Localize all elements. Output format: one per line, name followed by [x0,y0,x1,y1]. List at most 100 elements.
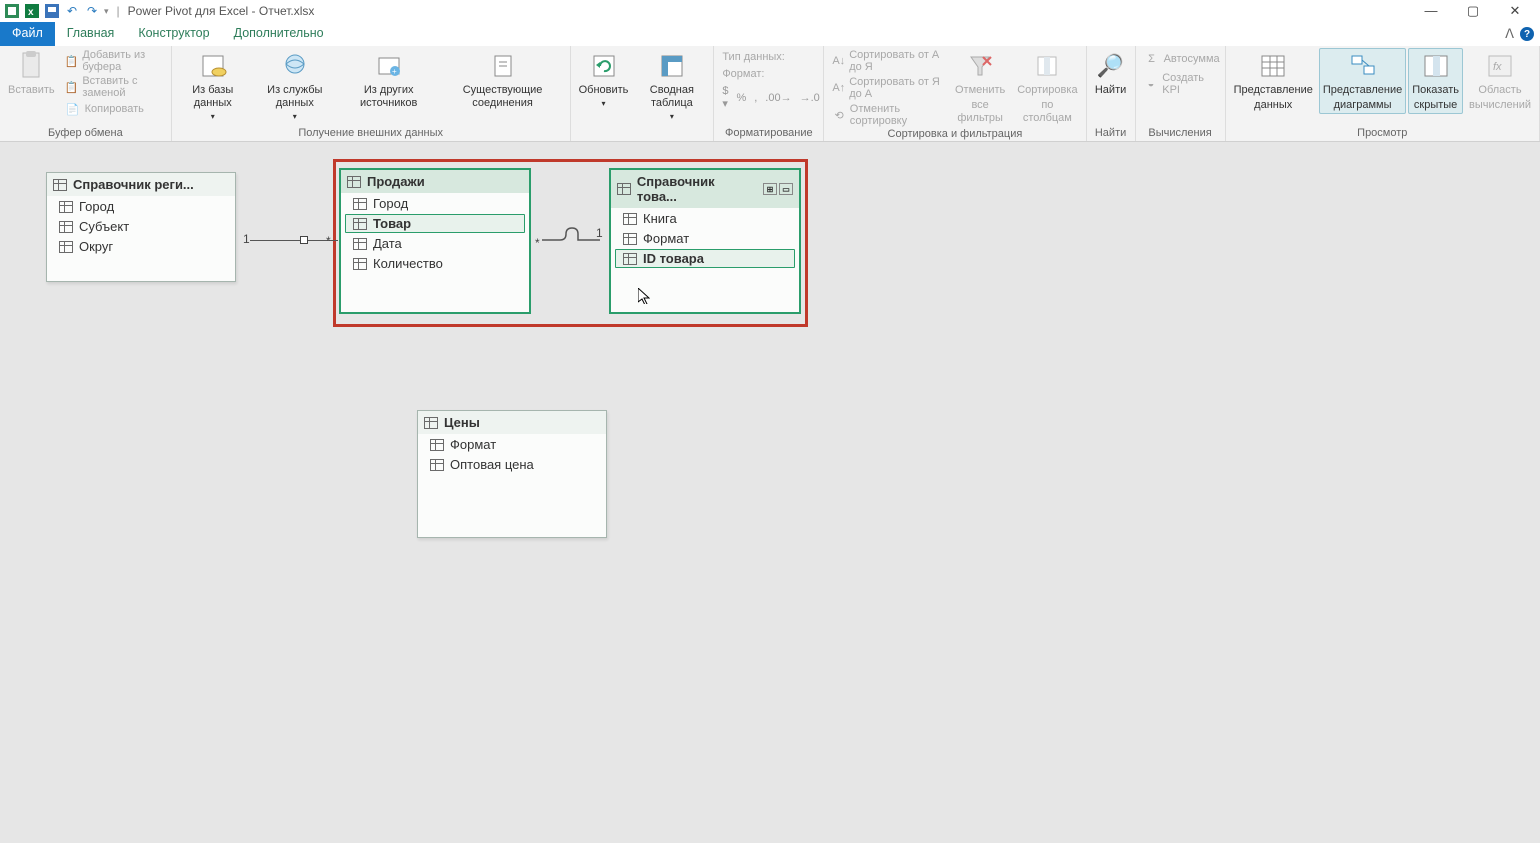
tab-design[interactable]: Конструктор [126,22,221,46]
copy-button[interactable]: 📄Копировать [61,100,167,118]
field-wholesale[interactable]: Оптовая цена [422,455,602,474]
tab-advanced[interactable]: Дополнительно [222,22,336,46]
field-district[interactable]: Округ [51,237,231,256]
relation-label-one: 1 [596,226,603,240]
sort-az-button[interactable]: A↓Сортировать от А до Я [828,48,947,74]
field-product[interactable]: Товар [345,214,525,233]
relation-line-sales-products[interactable] [542,227,602,251]
column-icon [623,233,637,245]
paste-label: Вставить [8,84,55,97]
clear-filters-button[interactable]: Отменить все фильтры [949,48,1011,128]
formatting-group-label: Форматирование [718,127,819,141]
hierarchy-icon[interactable]: ⊞ [763,183,777,195]
redo-icon[interactable]: ↷ [84,3,100,19]
paste-button[interactable]: Вставить [4,48,59,99]
column-icon [353,218,367,230]
clipboard-group-label: Буфер обмена [4,127,167,141]
quick-access-toolbar: x ↶ ↷ ▾ [4,3,109,19]
paste-replace-button[interactable]: 📋Вставить с заменой [61,74,167,100]
minimize-button[interactable]: — [1424,3,1438,19]
show-hidden-button[interactable]: Показать скрытые [1408,48,1463,114]
relation-line-regions-sales[interactable] [250,240,338,241]
table-header-products[interactable]: Справочник това... ⊞ ▭ [611,170,799,208]
sortfilter-group-label: Сортировка и фильтрация [828,128,1081,142]
relation-handle[interactable] [300,236,308,244]
paste-append-button[interactable]: 📋Добавить из буфера [61,48,167,74]
data-view-button[interactable]: Представление данных [1230,48,1317,114]
svg-text:fx: fx [1493,61,1502,73]
mouse-cursor [638,288,650,304]
table-prices[interactable]: Цены Формат Оптовая цена [417,410,607,538]
column-icon [430,459,444,471]
autosum-button[interactable]: ΣАвтосумма [1140,50,1224,68]
maximize-icon[interactable]: ▭ [779,183,793,195]
find-button[interactable]: 🔎 Найти [1091,48,1131,99]
view-group-label: Просмотр [1230,127,1535,141]
tab-home[interactable]: Главная [55,22,127,46]
data-type-dropdown[interactable]: Тип данных: [718,50,823,64]
table-header-prices[interactable]: Цены [418,411,606,434]
help-icon[interactable]: ? [1520,27,1534,41]
currency-button[interactable]: $ ▾ [722,85,728,110]
app-icon [4,3,20,19]
tab-file[interactable]: Файл [0,22,55,46]
close-button[interactable]: ✕ [1508,3,1522,19]
save-icon[interactable] [44,3,60,19]
existing-conn-button[interactable]: Существующие соединения [440,48,566,112]
table-sales[interactable]: Продажи Город Товар Дата Количество [340,169,530,313]
field-book[interactable]: Книга [615,209,795,228]
table-icon [53,179,67,191]
column-icon [353,198,367,210]
undo-icon[interactable]: ↶ [64,3,80,19]
find-group-label: Найти [1091,127,1131,141]
from-service-button[interactable]: Из службы данных▾ [252,48,338,124]
diagram-view-button[interactable]: Представление диаграммы [1319,48,1406,114]
ribbon-group-clipboard: Вставить 📋Добавить из буфера 📋Вставить с… [0,46,172,141]
decrease-decimal-button[interactable]: →.0 [800,92,820,104]
column-icon [623,253,637,265]
field-quantity[interactable]: Количество [345,254,525,273]
pivot-table-button[interactable]: Сводная таблица▾ [634,48,709,124]
field-city[interactable]: Город [51,197,231,216]
ribbon-group-view: Представление данных Представление диагр… [1226,46,1540,141]
format-dropdown[interactable]: Формат: [718,67,823,81]
field-city[interactable]: Город [345,194,525,213]
format-buttons: $ ▾ % , .00→ →.0 [718,84,823,111]
ribbon-group-refresh: Обновить▾ Сводная таблица▾ [571,46,715,141]
sort-za-button[interactable]: A↑Сортировать от Я до А [828,75,947,101]
table-header-regions[interactable]: Справочник реги... [47,173,235,196]
comma-button[interactable]: , [754,92,757,104]
window-title: Power Pivot для Excel - Отчет.xlsx [128,4,315,18]
table-regions[interactable]: Справочник реги... Город Субъект Округ [46,172,236,282]
clear-sort-button[interactable]: ⟲Отменить сортировку [828,102,947,128]
table-header-sales[interactable]: Продажи [341,170,529,193]
window-controls: — ▢ ✕ [1424,3,1536,19]
field-format[interactable]: Формат [615,229,795,248]
create-kpi-button[interactable]: ◒Создать KPI [1140,71,1224,97]
increase-decimal-button[interactable]: .00→ [765,92,791,104]
relation-label-many: * [535,236,540,250]
ribbon-group-calc: ΣАвтосумма ◒Создать KPI Вычисления [1136,46,1226,141]
calc-group-label: Вычисления [1140,127,1221,141]
from-db-button[interactable]: Из базы данных▾ [176,48,250,124]
from-other-button[interactable]: + Из других источников [340,48,438,112]
field-date[interactable]: Дата [345,234,525,253]
table-title: Справочник това... [637,174,757,204]
sort-by-column-button[interactable]: Сортировка по столбцам [1013,48,1081,128]
calc-area-button[interactable]: fx Область вычислений [1465,48,1535,114]
maximize-button[interactable]: ▢ [1466,3,1480,19]
qat-dropdown[interactable]: ▾ [104,6,109,17]
field-format[interactable]: Формат [422,435,602,454]
field-subject[interactable]: Субъект [51,217,231,236]
relation-label-one: 1 [243,232,250,246]
excel-icon: x [24,3,40,19]
table-title: Цены [444,415,480,430]
column-icon [430,439,444,451]
ribbon-collapse-icon[interactable]: ᐱ [1505,26,1514,42]
refresh-button[interactable]: Обновить▾ [575,48,633,111]
column-icon [353,258,367,270]
percent-button[interactable]: % [736,92,746,104]
svg-text:x: x [28,7,34,18]
field-product-id[interactable]: ID товара [615,249,795,268]
diagram-canvas[interactable]: 1 * * 1 Справочник реги... Город Субъект… [0,142,1540,843]
